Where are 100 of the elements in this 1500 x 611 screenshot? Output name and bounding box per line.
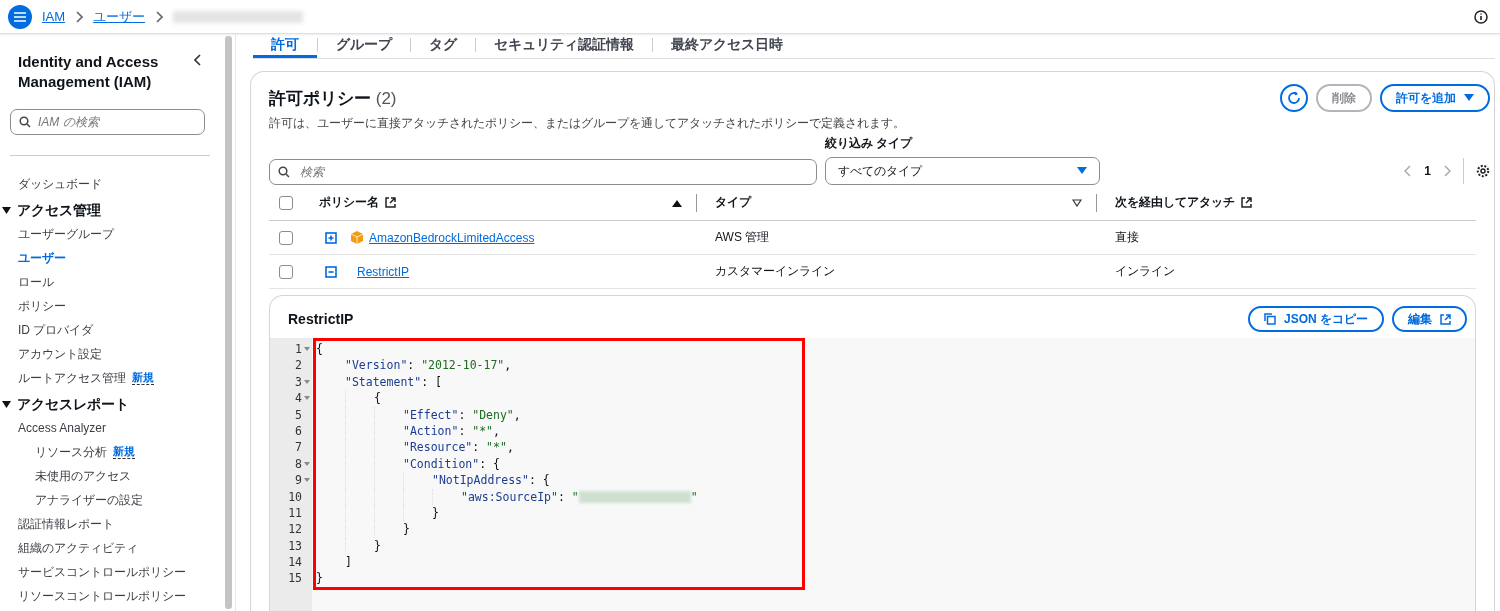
copy-json-button[interactable]: JSON をコピー [1248,306,1384,332]
line-number: 10 [287,488,303,505]
info-icon [1474,9,1488,24]
policy-link[interactable]: RestrictIP [357,264,409,279]
sidebar-item[interactable]: アカウント設定 [0,342,222,366]
sidebar-item[interactable]: Access Analyzer [0,416,222,440]
refresh-icon [1287,91,1301,105]
line-number: 9 [270,472,312,489]
caret-down-icon [1464,94,1474,102]
line-number: 6 [294,422,303,440]
line-number: 5 [294,406,303,423]
sidebar-item[interactable]: ID プロバイダ [0,318,222,342]
sidebar-item[interactable]: 認証情報レポート [0,512,222,536]
code-line: "Resource": "*", [403,439,514,456]
sidebar-item[interactable]: 未使用のアクセス [0,464,222,488]
table-cell: AWS 管理 [715,229,770,246]
sidebar-item[interactable]: リソースコントロールポリシー [0,584,222,608]
sidebar-section-toggle[interactable]: アクセスレポート [0,394,129,416]
breadcrumb-link[interactable]: ユーザー [93,7,146,26]
code-line: } [432,504,439,522]
column-header[interactable]: タイプ [715,194,751,211]
tab[interactable]: タグ [411,34,475,58]
settings-icon[interactable] [1476,164,1490,178]
fold-caret-icon[interactable] [304,461,310,466]
code-line: "Effect": "Deny", [403,406,521,423]
line-number: 1 [270,341,312,358]
sidebar-item[interactable]: サービスコントロールポリシー [0,560,222,584]
fold-caret-icon[interactable] [304,396,310,401]
search-field[interactable]: 検索 [269,159,817,185]
code-line: "NotIpAddress": { [432,472,550,489]
table-cell: 直接 [1115,229,1139,246]
line-number: 4 [270,390,312,407]
type-select[interactable]: すべてのタイプ [825,157,1100,185]
new-badge: 新規 [113,445,135,459]
sidebar-item[interactable]: ルートアクセス管理 新規 [0,366,222,390]
line-number: 15 [287,570,303,587]
next-page-icon[interactable] [1443,165,1451,177]
tab[interactable]: 許可 [253,34,317,58]
collapse-row-icon[interactable] [325,265,337,278]
action-button[interactable]: 許可を追加 [1380,84,1490,112]
sort-icon[interactable] [1072,198,1082,207]
page-number[interactable]: 1 [1424,164,1431,178]
line-number: 3 [270,373,312,391]
line-number: 12 [287,521,303,538]
policy-title: RestrictIP [288,311,354,327]
sort-ascending-icon[interactable] [672,198,682,207]
code-line: "Statement": [ [345,373,442,391]
column-header[interactable]: ポリシー名 [319,194,379,211]
fold-caret-icon[interactable] [304,478,310,483]
refresh-button[interactable] [1280,84,1308,112]
section-title: 許可ポリシー (2) [269,87,397,110]
line-number: 2 [294,357,303,374]
sidebar-search-field[interactable]: IAM の検索 [10,109,205,135]
line-number: 13 [287,537,303,555]
collapse-button[interactable] [192,52,204,68]
sidebar-item[interactable]: ダッシュボード [0,172,222,196]
line-number: 8 [270,455,312,473]
menu-button[interactable] [8,4,32,29]
sidebar-item[interactable]: 組織のアクティビティ [0,536,222,560]
previous-page-icon[interactable] [1404,165,1413,177]
code-line: "Condition": { [403,455,500,473]
sidebar-item[interactable]: ポリシー [0,294,222,318]
filter-label: 絞り込み タイプ [825,135,914,152]
sidebar-item[interactable]: リソース分析 新規 [0,440,222,464]
copy-icon [1264,313,1276,325]
tab[interactable]: セキュリティ認証情報 [476,34,652,58]
caret-down-icon [1077,167,1087,175]
new-badge: 新規 [132,371,154,385]
code-line: { [374,390,381,407]
table-cell: カスタマーインライン [715,263,835,280]
policy-link[interactable]: AmazonBedrockLimitedAccess [369,230,535,245]
chevron-right-icon [155,10,164,23]
column-header[interactable]: 次を経由してアタッチ [1115,194,1235,211]
external-link-icon [1440,313,1451,325]
chevron-left-icon [194,54,202,66]
table-cell: インライン [1115,263,1175,280]
row-checkbox[interactable] [279,230,293,245]
code-line: "Version": "2012-10-17", [345,357,512,374]
sidebar-item[interactable]: アナライザーの設定 [0,488,222,512]
tab[interactable]: グループ [318,34,410,58]
fold-caret-icon[interactable] [304,379,310,384]
expand-row-icon[interactable] [325,231,337,244]
fold-caret-icon[interactable] [304,347,310,352]
sidebar-section-toggle[interactable]: アクセス管理 [0,200,101,222]
sidebar-item[interactable]: ユーザー [0,246,222,270]
tab[interactable]: 最終アクセス日時 [653,34,801,58]
row-checkbox[interactable] [279,264,293,279]
info-button[interactable] [1474,9,1488,24]
line-number: 14 [287,554,303,571]
triangle-icon [2,207,11,215]
code-line: "aws:SourceIp": " " [461,488,698,505]
select-all-checkbox[interactable] [279,195,293,210]
sidebar-item[interactable]: ユーザーグループ [0,222,222,246]
edit-button[interactable]: 編集 [1392,306,1467,332]
sidebar-item[interactable]: ロール [0,270,222,294]
breadcrumb-link[interactable]: IAM [42,9,66,24]
code-line: "Action": "*", [403,422,500,440]
scrollbar[interactable] [225,36,232,609]
menu-icon [14,11,26,22]
code-line: } [374,537,381,555]
